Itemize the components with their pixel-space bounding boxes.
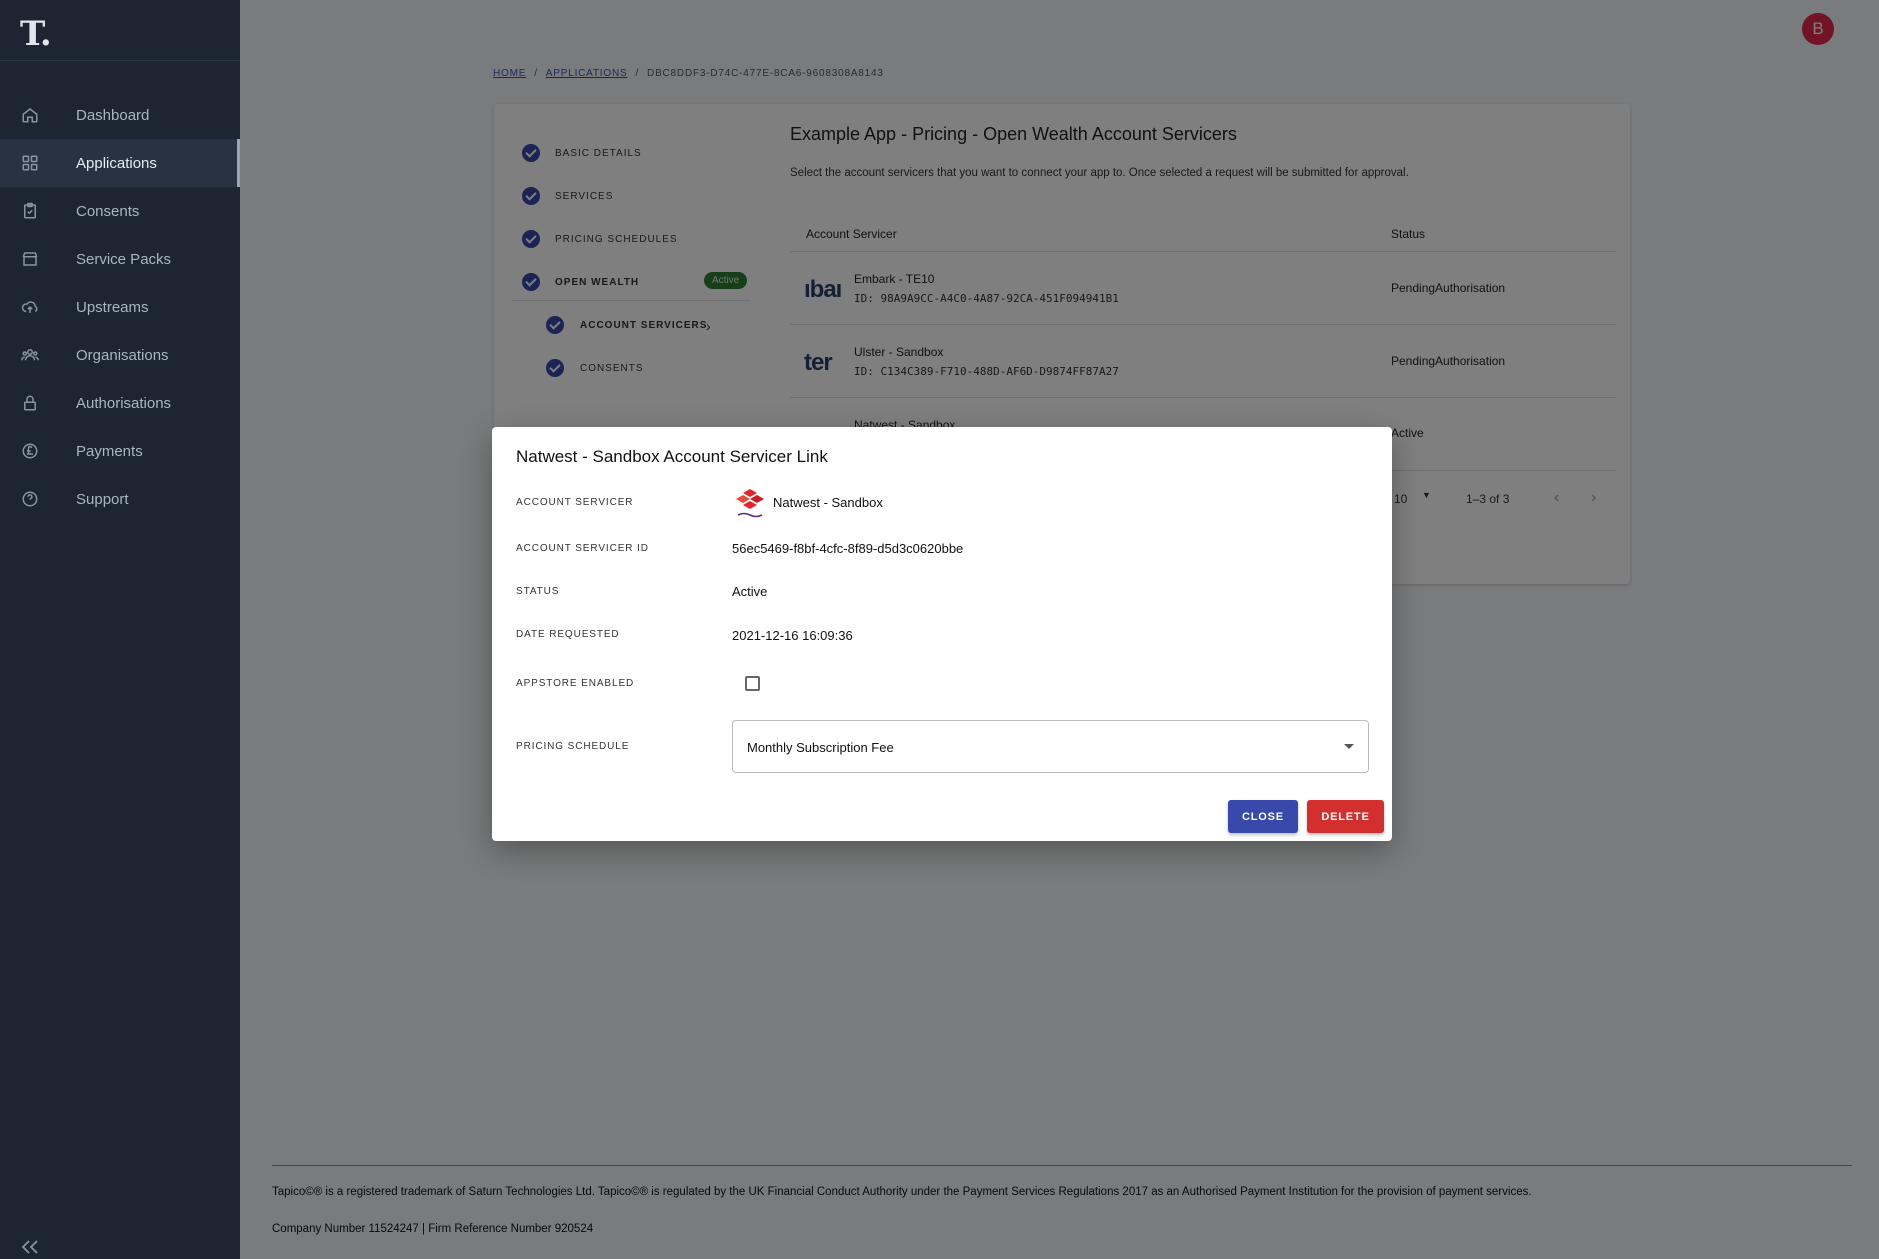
sidebar-item-consents[interactable]: Consents xyxy=(0,187,240,235)
natwest-logo-icon xyxy=(736,489,764,518)
groups-icon xyxy=(21,349,39,361)
cloud-upload-icon xyxy=(21,301,38,313)
pricing-schedule-select[interactable]: Monthly Subscription Fee xyxy=(732,720,1369,773)
sidebar-item-label: Dashboard xyxy=(76,106,150,124)
clipboard-check-icon xyxy=(24,202,36,219)
label-status: STATUS xyxy=(516,586,560,597)
value-account-servicer-id: 56ec5469-f8bf-4cfc-8f89-d5d3c0620bbe xyxy=(732,541,964,556)
sidebar-nav: Dashboard Applications Consents Service … xyxy=(0,91,240,523)
appstore-enabled-checkbox[interactable] xyxy=(745,676,760,691)
sidebar: T. Dashboard Applications Consents Servi… xyxy=(0,0,240,1259)
apps-grid-icon xyxy=(22,155,38,171)
pricing-schedule-value: Monthly Subscription Fee xyxy=(747,740,894,755)
sidebar-item-dashboard[interactable]: Dashboard xyxy=(0,91,240,139)
sidebar-item-label: Consents xyxy=(76,202,140,220)
sidebar-item-label: Service Packs xyxy=(76,250,172,268)
close-button[interactable]: CLOSE xyxy=(1228,800,1298,833)
sidebar-item-authorisations[interactable]: Authorisations xyxy=(0,379,240,427)
home-icon xyxy=(22,108,38,123)
value-status: Active xyxy=(732,584,768,599)
sidebar-item-organisations[interactable]: Organisations xyxy=(0,331,240,379)
label-account-servicer-id: ACCOUNT SERVICER ID xyxy=(516,543,649,554)
sidebar-item-applications[interactable]: Applications xyxy=(0,139,240,187)
sidebar-item-service-packs[interactable]: Service Packs xyxy=(0,235,240,283)
sidebar-item-label: Organisations xyxy=(76,346,169,364)
sidebar-item-label: Upstreams xyxy=(76,298,149,316)
help-circle-icon xyxy=(22,491,38,507)
sidebar-item-support[interactable]: Support xyxy=(0,475,240,523)
value-account-servicer: Natwest - Sandbox xyxy=(773,495,883,510)
sidebar-item-payments[interactable]: Payments xyxy=(0,427,240,475)
sidebar-item-label: Support xyxy=(76,490,129,508)
sidebar-item-label: Authorisations xyxy=(76,394,172,412)
store-icon xyxy=(22,252,38,266)
label-pricing-schedule: PRICING SCHEDULE xyxy=(516,741,630,752)
label-appstore-enabled: APPSTORE ENABLED xyxy=(516,678,635,689)
sidebar-item-label: Applications xyxy=(76,154,157,172)
tapico-logo[interactable]: T. xyxy=(20,14,52,54)
pound-coin-icon xyxy=(22,443,38,459)
collapse-sidebar-icon[interactable] xyxy=(20,1240,40,1254)
servicer-link-dialog: Natwest - Sandbox Account Servicer Link … xyxy=(492,427,1392,841)
dialog-title: Natwest - Sandbox Account Servicer Link xyxy=(516,447,828,466)
logo-area: T. xyxy=(0,0,240,61)
label-account-servicer: ACCOUNT SERVICER xyxy=(516,497,634,508)
label-date-requested: DATE REQUESTED xyxy=(516,629,620,640)
delete-button[interactable]: DELETE xyxy=(1307,800,1384,833)
sidebar-item-label: Payments xyxy=(76,442,143,460)
lock-icon xyxy=(24,395,36,411)
caret-down-icon xyxy=(1344,744,1354,749)
sidebar-item-upstreams[interactable]: Upstreams xyxy=(0,283,240,331)
value-date-requested: 2021-12-16 16:09:36 xyxy=(732,628,853,643)
